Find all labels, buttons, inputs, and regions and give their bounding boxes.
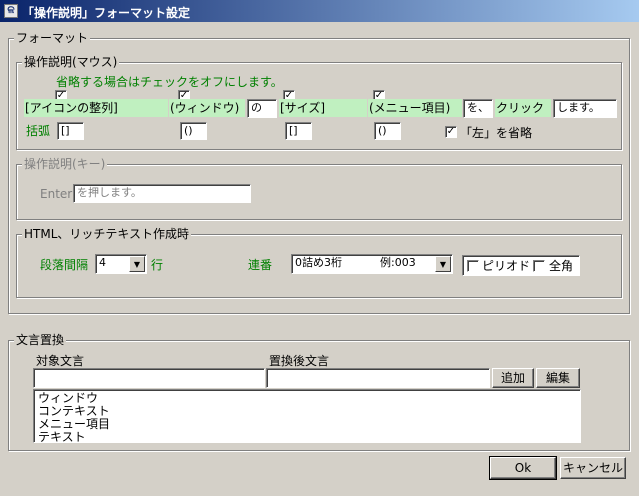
key-group-label: 操作説明(キー) — [22, 157, 108, 171]
period-options-box: ピリオド 全角 — [462, 255, 580, 276]
bracket-field-4[interactable]: () — [374, 122, 401, 140]
para-unit-label: 行 — [151, 258, 164, 272]
format-group-label: フォーマット — [14, 31, 91, 45]
enter-field[interactable]: を押します。 — [73, 184, 251, 203]
replace-list[interactable]: ウィンドウ コンテキスト メニュー項目 テキスト — [33, 389, 581, 444]
mouse-hint: 省略する場合はチェックをオフにします。 — [56, 75, 283, 89]
segment-shimasu-field[interactable]: します。 — [553, 99, 617, 118]
serial-label: 連番 — [248, 258, 273, 272]
bracket-field-3[interactable]: [] — [285, 122, 312, 140]
fullwidth-label: 全角 — [549, 259, 574, 273]
html-group-label: HTML、リッチテキスト作成時 — [22, 227, 192, 241]
edit-button[interactable]: 編集 — [536, 368, 580, 388]
fullwidth-checkbox[interactable] — [533, 260, 545, 272]
list-item[interactable]: テキスト — [38, 431, 576, 444]
omit-left-label: 「左」を省略 — [460, 126, 533, 140]
title-bar[interactable]: ଳ 「操作説明」フォーマット設定 — [0, 0, 639, 22]
para-spacing-value: 4 — [99, 256, 106, 269]
cancel-button[interactable]: キャンセル — [560, 457, 626, 479]
enter-label: Enter — [40, 187, 73, 201]
mouse-group-label: 操作説明(マウス) — [22, 55, 120, 69]
serial-value: 0詰め3桁 — [295, 256, 342, 269]
chevron-down-icon[interactable]: ▼ — [435, 256, 451, 272]
after-label: 置換後文言 — [269, 354, 330, 368]
segment-wo-field[interactable]: を、 — [463, 99, 493, 118]
period-checkbox[interactable] — [467, 260, 479, 272]
list-item[interactable]: ウィンドウ — [38, 392, 576, 405]
serial-combo[interactable]: 0詰め3桁 例:003 ▼ — [291, 254, 453, 274]
period-label: ピリオド — [482, 259, 531, 273]
segment-window: (ウィンドウ) — [169, 99, 245, 117]
segment-icon-align: [アイコンの整列] — [24, 99, 168, 117]
window-title: 「操作説明」フォーマット設定 — [22, 6, 191, 20]
chevron-down-icon[interactable]: ▼ — [129, 256, 145, 272]
segment-click: クリック — [495, 99, 551, 117]
para-spacing-combo[interactable]: 4 ▼ — [95, 254, 147, 274]
omit-left-checkbox[interactable]: ✓ — [445, 126, 457, 138]
segment-menu-item: (メニュー項目) — [368, 99, 462, 117]
ok-button[interactable]: Ok — [489, 456, 557, 480]
brackets-label: 括弧 — [26, 124, 51, 138]
replace-group-label: 文言置換 — [14, 333, 67, 347]
target-input[interactable] — [33, 368, 265, 388]
app-icon: ଳ — [4, 4, 18, 18]
list-item[interactable]: コンテキスト — [38, 405, 576, 418]
bracket-field-2[interactable]: () — [180, 122, 207, 140]
target-label: 対象文言 — [36, 354, 85, 368]
add-button[interactable]: 追加 — [492, 368, 534, 388]
para-spacing-label: 段落間隔 — [40, 258, 89, 272]
serial-example: 例:003 — [380, 256, 416, 269]
segment-size: [サイズ] — [279, 99, 367, 117]
replacement-input[interactable] — [266, 368, 490, 388]
segment-no-field[interactable]: の — [247, 99, 277, 118]
bracket-field-1[interactable]: [] — [57, 122, 84, 140]
list-item[interactable]: メニュー項目 — [38, 418, 576, 431]
